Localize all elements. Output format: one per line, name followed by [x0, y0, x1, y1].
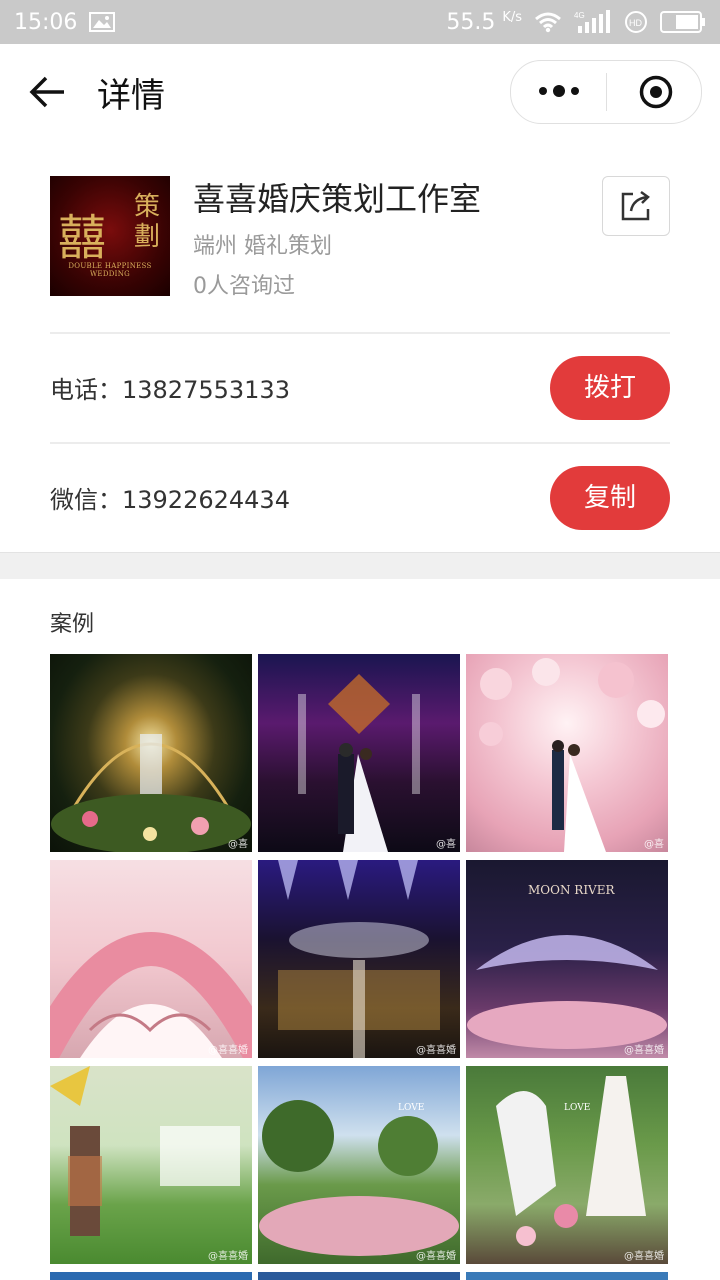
shop-logo: 囍 策劃 DOUBLE HAPPINESS WEDDING	[50, 176, 170, 296]
case-illustration	[50, 932, 252, 1058]
case-watermark: @喜	[436, 839, 456, 850]
case-illustration	[479, 658, 665, 852]
case-watermark: @喜喜婚	[208, 1045, 248, 1056]
consult-count: 0人咨询过	[193, 274, 295, 299]
share-icon	[621, 190, 650, 221]
logo-subtitle: DOUBLE HAPPINESS WEDDING	[68, 262, 152, 278]
case-illustration: LOVE	[496, 1076, 646, 1246]
svg-text:LOVE: LOVE	[564, 1103, 590, 1113]
svg-text:4G: 4G	[574, 11, 585, 20]
case-illustration	[50, 1066, 240, 1236]
divider	[50, 332, 670, 334]
call-button[interactable]: 拨打	[550, 356, 670, 420]
case-watermark: @喜喜婚	[416, 1251, 456, 1262]
share-button[interactable]	[602, 176, 670, 236]
case-image[interactable]: @喜	[258, 654, 460, 852]
battery-icon	[660, 11, 705, 33]
case-image[interactable]: LOVE @喜喜婚	[258, 1066, 460, 1264]
phone-label: 电话：13827553133	[50, 376, 290, 404]
case-image[interactable]: @喜	[50, 654, 252, 852]
case-image[interactable]: @喜喜婚	[258, 860, 460, 1058]
case-illustration: LOVE	[259, 1100, 459, 1256]
back-arrow-icon[interactable]	[28, 74, 68, 110]
case-watermark: @喜	[228, 839, 248, 850]
case-image-partial[interactable]	[466, 1272, 668, 1280]
page-title: 详情	[97, 76, 165, 116]
case-watermark: @喜喜婚	[208, 1251, 248, 1262]
cases-title: 案例	[50, 612, 95, 637]
hd-icon: HD	[625, 11, 647, 33]
gallery-notification-icon	[89, 12, 116, 32]
section-gap	[0, 552, 720, 579]
shop-location: 端州 婚礼策划	[193, 234, 332, 259]
case-illustration: MOON RIVER	[467, 883, 667, 1049]
case-image[interactable]: @喜喜婚	[50, 1066, 252, 1264]
case-image-partial[interactable]	[258, 1272, 460, 1280]
shop-name: 喜喜婚庆策划工作室	[193, 180, 482, 218]
case-image[interactable]: LOVE @喜喜婚	[466, 1066, 668, 1264]
case-illustration	[278, 860, 440, 1058]
status-time: 15:06	[14, 9, 78, 35]
logo-double-happiness: 囍	[58, 210, 106, 266]
wechat-label: 微信：13922624434	[50, 486, 290, 514]
logo-side-text: 策劃	[134, 192, 161, 252]
case-watermark: @喜喜婚	[624, 1045, 664, 1056]
case-watermark: @喜喜婚	[624, 1251, 664, 1262]
svg-text:LOVE: LOVE	[398, 1103, 424, 1113]
network-speed: 55.5 K/s	[446, 9, 522, 35]
case-watermark: @喜	[644, 839, 664, 850]
case-illustration	[51, 734, 251, 852]
navigation-bar: 详情	[0, 44, 720, 140]
case-image-partial[interactable]	[50, 1272, 252, 1280]
capsule-divider	[606, 73, 607, 111]
close-target-icon[interactable]	[639, 75, 673, 109]
miniprogram-capsule	[510, 60, 702, 124]
svg-text:HD: HD	[629, 18, 642, 28]
case-image[interactable]: @喜	[466, 654, 668, 852]
divider	[50, 442, 670, 444]
copy-button[interactable]: 复制	[550, 466, 670, 530]
case-watermark: @喜喜婚	[416, 1045, 456, 1056]
case-illustration	[298, 674, 420, 852]
svg-text:MOON RIVER: MOON RIVER	[528, 883, 615, 897]
status-bar: 15:06 55.5 K/s 4G HD	[0, 0, 720, 44]
cell-signal-icon: 4G	[574, 10, 610, 33]
wifi-icon	[535, 12, 561, 33]
case-image[interactable]: @喜喜婚	[50, 860, 252, 1058]
case-image[interactable]: MOON RIVER @喜喜婚	[466, 860, 668, 1058]
more-dots-icon[interactable]	[537, 79, 581, 103]
